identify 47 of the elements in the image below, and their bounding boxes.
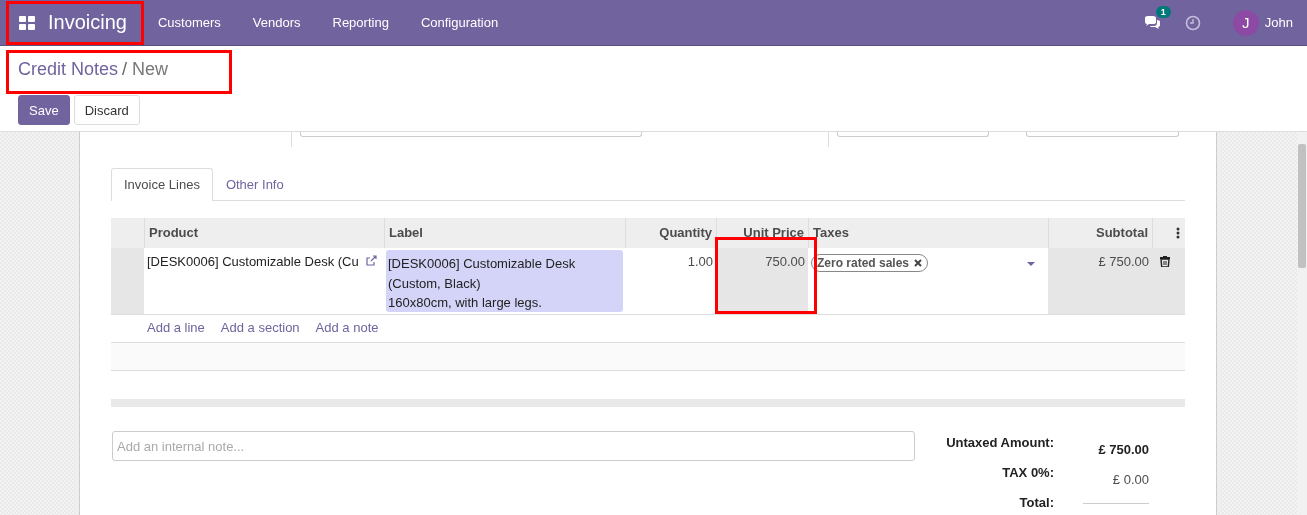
dropdown-caret-icon[interactable] xyxy=(1027,262,1035,266)
total-label: Untaxed Amount: xyxy=(946,435,1054,450)
add-link[interactable]: Add a section xyxy=(220,315,300,342)
total-label: TAX 0%: xyxy=(1001,465,1054,480)
app-brand[interactable]: Invoicing xyxy=(9,3,141,42)
tab[interactable]: Other Info xyxy=(212,168,297,200)
table-cell: £ 750.00 xyxy=(1048,248,1152,315)
discard-button[interactable]: Discard xyxy=(73,95,140,125)
clock-icon[interactable] xyxy=(1184,14,1201,31)
menu-item[interactable]: Vendors xyxy=(236,0,317,45)
total-value: £ 750.00 xyxy=(1097,441,1149,457)
product-field[interactable]: [DESK0006] Customizable Desk (Cu xyxy=(147,254,359,308)
app-name: Invoicing xyxy=(48,11,127,34)
column-header[interactable]: Unit Price xyxy=(716,218,808,248)
menu-item[interactable]: Configuration xyxy=(404,0,515,45)
table-cell: 1.00 xyxy=(625,248,716,315)
breadcrumb-current: New xyxy=(132,59,169,80)
menu-item[interactable]: Reporting xyxy=(316,0,405,45)
table-cell: 750.00 xyxy=(716,248,808,315)
breadcrumb-separator: / xyxy=(122,59,128,80)
column-header[interactable]: Label xyxy=(384,218,625,248)
more-options-icon[interactable] xyxy=(1176,227,1180,239)
menu-item[interactable]: Customers xyxy=(141,0,237,45)
column-header[interactable]: Subtotal xyxy=(1048,218,1152,248)
header-cell xyxy=(111,218,144,248)
note-field[interactable]: Add an internal note... xyxy=(112,431,915,461)
external-link-icon[interactable] xyxy=(365,255,377,266)
user-name[interactable]: John xyxy=(1264,15,1293,30)
tab[interactable]: Invoice Lines xyxy=(111,168,213,201)
chat-icon[interactable] xyxy=(1143,15,1160,30)
delete-icon[interactable] xyxy=(1160,256,1170,267)
column-header[interactable]: Product xyxy=(144,218,384,248)
save-button[interactable]: Save xyxy=(18,95,70,125)
row-handle[interactable] xyxy=(111,248,144,315)
remove-icon[interactable] xyxy=(914,259,923,267)
label-field[interactable]: [DESK0006] Customizable Desk (Custom, Black) 160x80cm, with large legs. xyxy=(386,250,623,312)
add-link[interactable]: Add a line xyxy=(147,315,205,342)
scrollbar-thumb[interactable] xyxy=(1298,144,1306,268)
column-header[interactable]: Quantity xyxy=(625,218,716,248)
apps-grid-icon[interactable] xyxy=(19,15,35,30)
total-value: £ 0.00 xyxy=(1111,471,1149,487)
add-link[interactable]: Add a note xyxy=(315,315,379,342)
total-label: Total: xyxy=(1018,495,1054,510)
column-header[interactable]: Taxes xyxy=(808,218,1048,248)
breadcrumb-link[interactable]: Credit Notes xyxy=(18,59,119,80)
user-avatar[interactable]: J xyxy=(1232,9,1259,36)
notification-badge: 1 xyxy=(1155,5,1171,18)
